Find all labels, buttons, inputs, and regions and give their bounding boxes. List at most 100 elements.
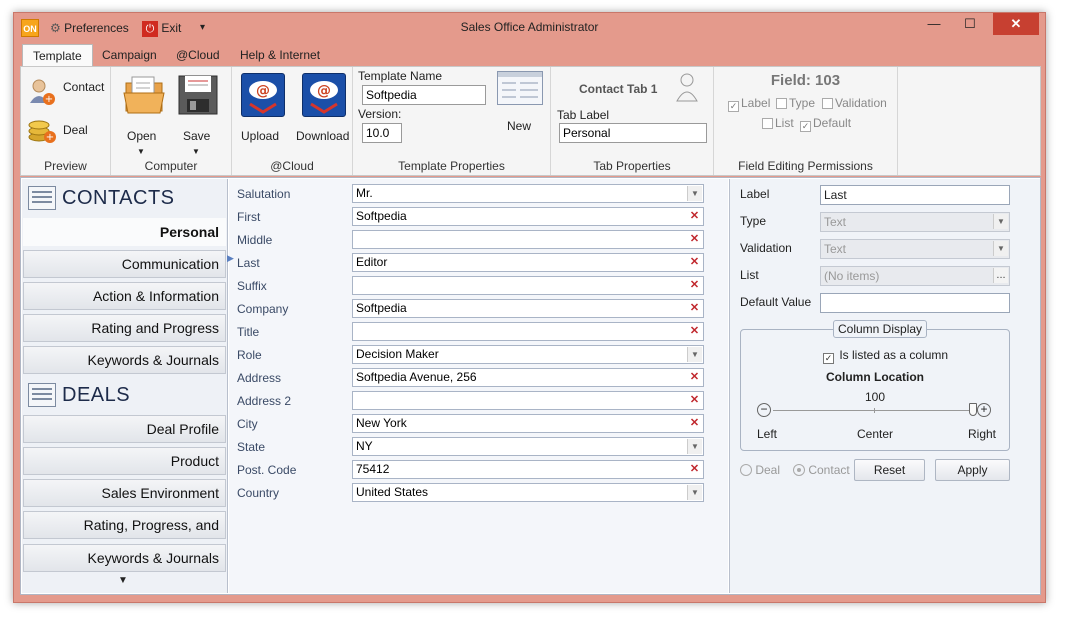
perm-validation-checkbox[interactable]: Validation [822, 96, 887, 110]
column-display-group: Column Display ✓ Is listed as a column C… [740, 320, 1010, 451]
nav-item-rating-progress[interactable]: Rating and Progress [23, 314, 226, 342]
tab-cloud[interactable]: @Cloud [166, 44, 230, 66]
field-input-state[interactable]: NY ▼ [352, 437, 704, 456]
close-button[interactable]: ✕ [993, 13, 1039, 35]
version-label: Version: [358, 107, 402, 121]
field-input-suffix[interactable]: ✕ [352, 276, 704, 295]
clear-field-icon[interactable]: ✕ [687, 232, 702, 247]
save-button[interactable]: Save ▼ [173, 73, 223, 163]
field-number-title: Field: 103 [770, 72, 841, 89]
download-button[interactable]: @ Download [294, 73, 350, 153]
new-template-button[interactable]: New [493, 71, 547, 137]
coins-icon: + [27, 115, 57, 145]
person-icon [675, 71, 699, 103]
nav-item-personal[interactable]: Personal [23, 218, 226, 246]
clear-field-icon[interactable]: ✕ [687, 370, 702, 385]
folder-open-icon [122, 73, 166, 117]
field-input-city[interactable]: New York ✕ [352, 414, 704, 433]
radio-contact-label: Contact [808, 463, 850, 477]
slider-left-label: Left [757, 427, 778, 441]
chevron-down-icon[interactable]: ▼ [687, 485, 702, 500]
chevron-down-icon[interactable]: ▼ [687, 347, 702, 362]
tab-template[interactable]: Template [22, 44, 93, 66]
upload-button[interactable]: @ Upload [237, 73, 287, 153]
field-input-post-code[interactable]: 75412 ✕ [352, 460, 704, 479]
listed-as-column-checkbox[interactable]: ✓ Is listed as a column [823, 348, 948, 364]
field-input-address[interactable]: Softpedia Avenue, 256 ✕ [352, 368, 704, 387]
field-input-title[interactable]: ✕ [352, 322, 704, 341]
prop-label-input[interactable]: Last [820, 185, 1010, 205]
clear-field-icon[interactable]: ✕ [687, 255, 702, 270]
reset-button[interactable]: Reset [854, 459, 925, 481]
chevron-down-icon[interactable]: ▼ [687, 186, 702, 201]
tab-label-input[interactable]: Personal [559, 123, 707, 143]
field-input-company[interactable]: Softpedia ✕ [352, 299, 704, 318]
radio-selected-icon [793, 464, 805, 476]
nav-item-contact-keywords-journals[interactable]: Keywords & Journals [23, 346, 226, 374]
checkbox-unchecked-icon [776, 98, 787, 109]
deals-title: DEALS [62, 384, 131, 406]
scroll-down-arrow-icon[interactable]: ▼ [118, 575, 128, 586]
prop-label-caption: Label [740, 187, 770, 201]
field-value-role: Decision Maker [356, 347, 439, 361]
clear-field-icon[interactable]: ✕ [687, 462, 702, 477]
clear-field-icon[interactable]: ✕ [687, 416, 702, 431]
field-input-first[interactable]: Softpedia ✕ [352, 207, 704, 226]
field-input-role[interactable]: Decision Maker ▼ [352, 345, 704, 364]
list-browse-button[interactable]: ... [993, 268, 1008, 283]
perm-label-checkbox[interactable]: ✓ Label [728, 96, 770, 112]
field-value-city: New York [356, 416, 407, 430]
nav-item-product[interactable]: Product [23, 447, 226, 475]
checkbox-unchecked-icon [822, 98, 833, 109]
field-input-address-2[interactable]: ✕ [352, 391, 704, 410]
perm-list-checkbox[interactable]: List [762, 116, 794, 130]
column-location-slider-track[interactable] [773, 410, 973, 411]
new-template-label: New [507, 119, 532, 133]
nav-item-action-information[interactable]: Action & Information [23, 282, 226, 310]
column-location-slider-thumb[interactable] [969, 403, 977, 416]
radio-contact[interactable]: Contact [793, 463, 850, 477]
clear-field-icon[interactable]: ✕ [687, 393, 702, 408]
clear-field-icon[interactable]: ✕ [687, 209, 702, 224]
group-computer: Open ▼ Save ▼ Computer [111, 67, 232, 175]
perm-type-checkbox[interactable]: Type [776, 96, 815, 110]
contacts-list-icon [28, 186, 56, 210]
nav-item-communication[interactable]: Communication [23, 250, 226, 278]
maximize-button[interactable]: ☐ [955, 13, 985, 35]
deals-list-icon [28, 383, 56, 407]
clear-field-icon[interactable]: ✕ [687, 278, 702, 293]
nav-item-deal-keywords-journals[interactable]: Keywords & Journals [23, 544, 226, 572]
clear-field-icon[interactable]: ✕ [687, 324, 702, 339]
radio-deal[interactable]: Deal [740, 463, 780, 477]
save-dropdown-arrow-icon: ▼ [192, 147, 200, 156]
slider-increase-button[interactable]: + [977, 403, 991, 417]
field-input-last[interactable]: Editor ✕ [352, 253, 704, 272]
tab-help-internet[interactable]: Help & Internet [230, 44, 330, 66]
field-input-middle[interactable]: ✕ [352, 230, 704, 249]
perm-default-checkbox[interactable]: ✓ Default [800, 116, 851, 132]
prop-type-select[interactable]: Text ▼ [820, 212, 1010, 232]
clear-field-icon[interactable]: ✕ [687, 301, 702, 316]
minimize-button[interactable]: — [919, 13, 949, 35]
chevron-down-icon[interactable]: ▼ [687, 439, 702, 454]
nav-item-sales-environment[interactable]: Sales Environment [23, 479, 226, 507]
field-input-country[interactable]: United States ▼ [352, 483, 704, 502]
chevron-down-icon: ▼ [993, 241, 1008, 256]
field-input-salutation[interactable]: Mr. ▼ [352, 184, 704, 203]
ribbon-tabs: Template Campaign @Cloud Help & Internet [20, 44, 1041, 66]
prop-default-input[interactable] [820, 293, 1010, 313]
nav-item-rating-progress-probability[interactable]: Rating, Progress, and Probability [23, 511, 226, 559]
prop-list-field[interactable]: (No items) ... [820, 266, 1010, 286]
apply-button[interactable]: Apply [935, 459, 1010, 481]
download-label: Download [296, 129, 350, 143]
template-name-input[interactable]: Softpedia [362, 85, 486, 105]
version-input[interactable]: 10.0 [362, 123, 402, 143]
open-label: Open [127, 129, 157, 143]
cloud-upload-icon: @ [241, 73, 285, 117]
tab-campaign[interactable]: Campaign [92, 44, 167, 66]
field-label-middle: Middle [237, 233, 273, 247]
slider-decrease-button[interactable]: − [757, 403, 771, 417]
open-button[interactable]: Open ▼ [119, 73, 169, 163]
prop-validation-select[interactable]: Text ▼ [820, 239, 1010, 259]
nav-item-deal-profile[interactable]: Deal Profile [23, 415, 226, 443]
